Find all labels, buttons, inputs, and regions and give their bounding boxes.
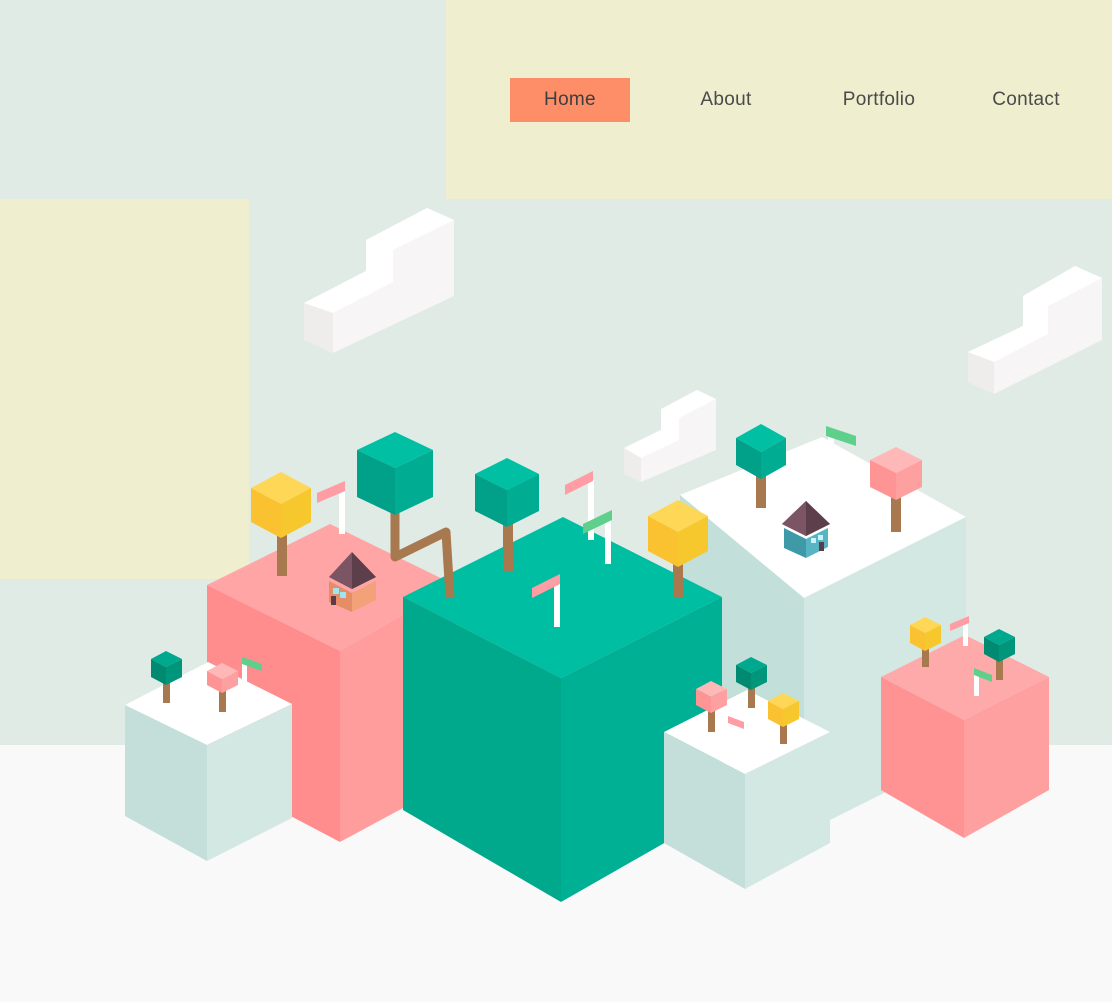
cloud-right [968, 266, 1102, 394]
cloud-left [304, 208, 454, 353]
isometric-illustration [125, 208, 1102, 902]
cloud-small [624, 390, 716, 482]
block-pink-right [881, 635, 1049, 838]
block-mint-left [125, 662, 292, 861]
block-mint-front [664, 690, 830, 889]
tree-teal-tall [357, 432, 433, 515]
